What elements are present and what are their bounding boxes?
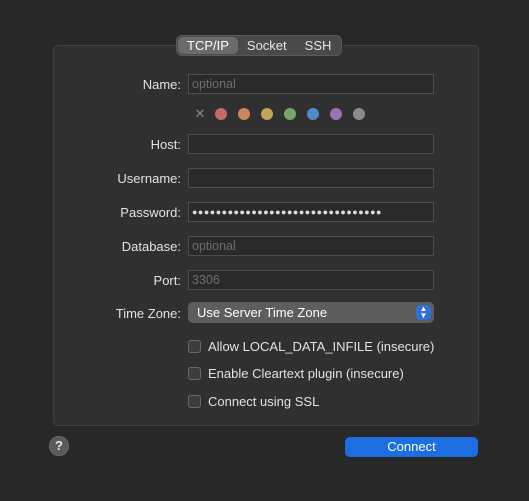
host-label: Host: — [150, 137, 181, 152]
color-swatch-red[interactable] — [215, 108, 227, 120]
port-label: Port: — [153, 273, 181, 288]
chevron-up-down-icon: ▲ ▼ — [416, 305, 431, 320]
password-label: Password: — [120, 205, 181, 220]
connection-type-tabs: TCP/IP Socket SSH — [176, 35, 343, 56]
connect-button[interactable]: Connect — [345, 437, 478, 457]
name-input[interactable] — [188, 74, 434, 94]
port-input[interactable] — [188, 270, 434, 290]
connect-ssl-checkbox[interactable] — [188, 394, 201, 408]
cleartext-plugin-label: Enable Cleartext plugin (insecure) — [208, 365, 404, 381]
database-label: Database: — [121, 239, 181, 254]
tab-ssh[interactable]: SSH — [296, 37, 341, 54]
color-swatches: ✕ — [192, 106, 376, 122]
timezone-label: Time Zone: — [115, 306, 181, 321]
local-data-infile-label: Allow LOCAL_DATA_INFILE (insecure) — [208, 338, 435, 354]
cleartext-plugin-checkbox[interactable] — [188, 366, 201, 380]
connect-ssl-label: Connect using SSL — [208, 393, 320, 409]
tab-socket[interactable]: Socket — [238, 37, 296, 54]
color-swatch-purple[interactable] — [330, 108, 342, 120]
password-input[interactable]: ●●●●●●●●●●●●●●●●●●●●●●●●●●●●●●●● — [188, 202, 434, 222]
local-data-infile-checkbox[interactable] — [188, 339, 201, 353]
x-icon[interactable]: ✕ — [192, 106, 208, 122]
tab-tcp-ip[interactable]: TCP/IP — [178, 37, 238, 54]
option-connect-ssl[interactable]: Connect using SSL — [188, 393, 319, 409]
option-local-data-infile[interactable]: Allow LOCAL_DATA_INFILE (insecure) — [188, 338, 434, 354]
host-input[interactable] — [188, 134, 434, 154]
color-swatch-orange[interactable] — [238, 108, 250, 120]
name-label: Name: — [142, 77, 181, 92]
username-label: Username: — [117, 171, 181, 186]
color-swatch-green[interactable] — [284, 108, 296, 120]
option-cleartext-plugin[interactable]: Enable Cleartext plugin (insecure) — [188, 365, 404, 381]
color-swatch-yellow[interactable] — [261, 108, 273, 120]
timezone-select[interactable]: Use Server Time Zone ▲ ▼ — [188, 302, 434, 323]
database-input[interactable] — [188, 236, 434, 256]
color-swatch-blue[interactable] — [307, 108, 319, 120]
color-swatch-gray[interactable] — [353, 108, 365, 120]
username-input[interactable] — [188, 168, 434, 188]
question-icon[interactable]: ? — [49, 436, 69, 456]
timezone-value: Use Server Time Zone — [197, 305, 328, 320]
